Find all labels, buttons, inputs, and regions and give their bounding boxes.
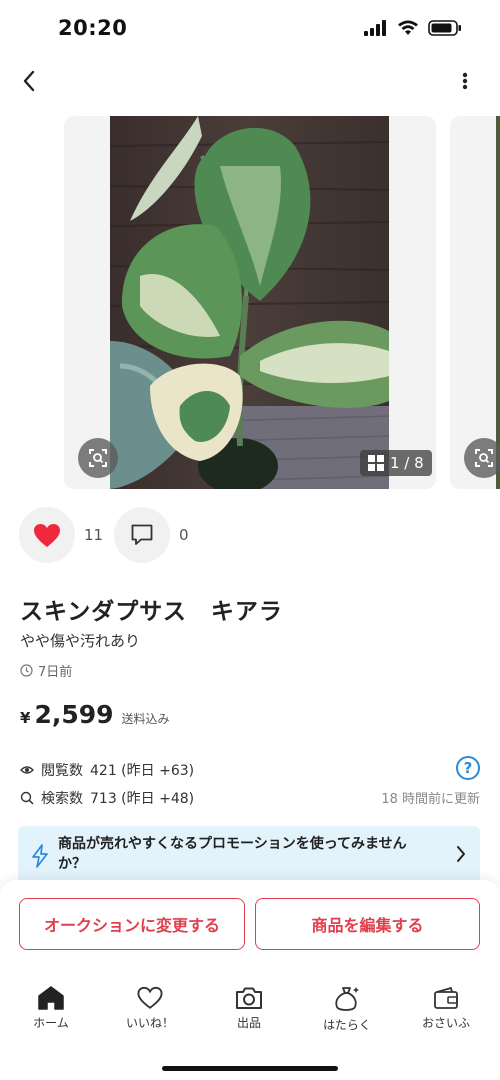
home-icon [38, 986, 64, 1010]
tab-work-label: はたらく [323, 1018, 371, 1032]
eye-icon [20, 766, 34, 774]
item-title: スキンダプサス キアラ [20, 599, 283, 625]
updated-time: 18 時間前に更新 [381, 792, 480, 807]
money-bag-icon [335, 987, 359, 1011]
camera-icon [236, 987, 262, 1009]
comment-button[interactable] [114, 507, 170, 563]
bottom-action-sheet: オークションに変更する 商品を編集する ホーム いいね！ 出品 はたらく おさい… [0, 880, 500, 1080]
next-lens-search-button[interactable] [464, 438, 500, 478]
search-stat: 検索数 713 (昨日 +48) [20, 788, 194, 808]
search-label: 検索数 [41, 791, 83, 807]
lens-search-button[interactable] [78, 438, 118, 478]
like-count: 11 [84, 526, 104, 544]
status-time: 20:20 [58, 16, 128, 40]
search-value: 713 (昨日 +48) [90, 791, 195, 807]
more-options-button[interactable] [448, 64, 482, 98]
tab-likes-label: いいね！ [125, 1016, 174, 1030]
comment-count: 0 [179, 526, 189, 544]
heart-filled-icon [34, 523, 60, 547]
next-photo-card[interactable] [450, 116, 500, 489]
like-button[interactable] [19, 507, 75, 563]
price-value: 2,599 [34, 700, 114, 729]
battery-icon [428, 20, 461, 36]
next-photo-edge [496, 116, 500, 489]
promotion-banner[interactable]: 商品が売れやすくなるプロモーションを使ってみませんか？ [18, 826, 480, 886]
item-condition: やや傷や汚れあり [20, 632, 141, 650]
gallery-photo-card[interactable]: 1 / 8 [64, 116, 436, 489]
scan-icon [475, 449, 493, 467]
heart-icon [137, 986, 163, 1009]
tab-wallet-label: おさいふ [421, 1016, 470, 1030]
home-indicator [162, 1066, 338, 1071]
wallet-icon [434, 987, 458, 1009]
posted-time: 7日前 [20, 661, 72, 680]
views-value: 421 (昨日 +63) [90, 763, 195, 779]
tab-home[interactable]: ホーム [11, 986, 91, 1031]
views-stat: 閲覧数 421 (昨日 +63) [20, 760, 194, 780]
search-icon [20, 791, 34, 805]
status-icons [364, 20, 462, 36]
tab-wallet[interactable]: おさいふ [406, 986, 486, 1031]
more-vertical-icon [462, 72, 468, 90]
chevron-left-icon [23, 70, 35, 92]
shipping-note: 送料込み [121, 712, 170, 726]
back-button[interactable] [12, 64, 46, 98]
promotion-text: 商品が売れやすくなるプロモーションを使ってみませんか？ [58, 836, 407, 872]
lightning-icon [32, 844, 48, 868]
change-to-auction-button[interactable]: オークションに変更する [19, 898, 245, 950]
help-icon[interactable]: ? [456, 756, 480, 780]
scan-icon [89, 449, 107, 467]
product-photo [110, 116, 389, 489]
photo-counter: 1 / 8 [360, 450, 432, 476]
price-currency: ¥ [20, 709, 31, 727]
tab-sell-label: 出品 [236, 1016, 261, 1030]
tab-sell[interactable]: 出品 [209, 986, 289, 1031]
views-label: 閲覧数 [41, 763, 83, 779]
grid-icon [368, 455, 384, 471]
photo-counter-text: 1 / 8 [390, 454, 424, 472]
tab-home-label: ホーム [33, 1016, 69, 1030]
signal-icon [364, 20, 386, 36]
status-bar: 20:20 [0, 0, 500, 56]
posted-time-text: 7日前 [38, 665, 73, 680]
tab-likes[interactable]: いいね！ [110, 986, 190, 1031]
wifi-icon [398, 20, 418, 35]
clock-icon [20, 664, 33, 677]
tab-bar: ホーム いいね！ 出品 はたらく おさいふ [0, 986, 500, 1042]
tab-work[interactable]: はたらく [307, 986, 387, 1033]
price: ¥ 2,599 送料込み [20, 700, 170, 729]
edit-item-button[interactable]: 商品を編集する [255, 898, 480, 950]
photo-gallery[interactable]: 1 / 8 [0, 116, 500, 489]
comment-icon [131, 524, 153, 545]
chevron-right-icon [457, 846, 465, 862]
